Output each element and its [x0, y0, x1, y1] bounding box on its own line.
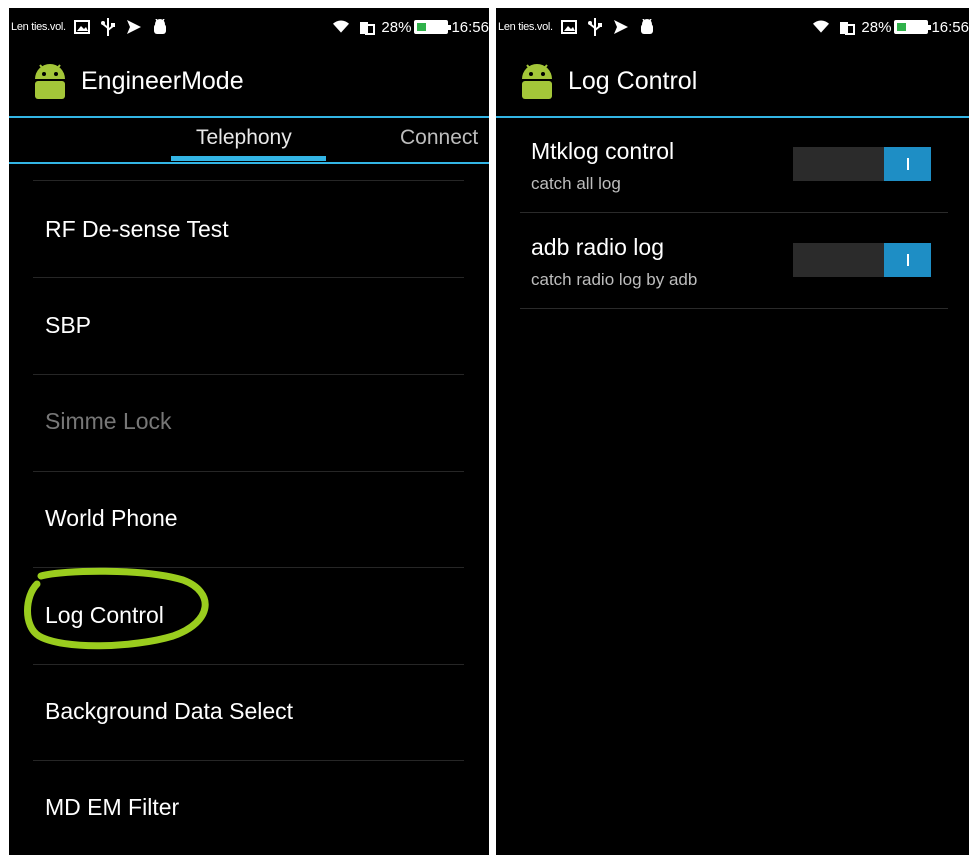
pref-mtklog-control[interactable]: Mtklog control catch all log: [496, 120, 969, 216]
list-item-md-em-filter[interactable]: MD EM Filter: [45, 794, 179, 821]
switch-thumb: [884, 147, 931, 181]
adb-radio-log-switch[interactable]: [793, 243, 931, 277]
list-item-world-phone[interactable]: World Phone: [45, 505, 178, 532]
send-icon: [126, 19, 142, 35]
send-icon: [613, 19, 629, 35]
list-divider: [33, 374, 464, 375]
list-divider: [33, 277, 464, 278]
highlight-circle-annotation: [24, 567, 209, 650]
list-divider: [33, 664, 464, 665]
battery-percent: 28%: [861, 18, 892, 36]
wifi-icon: [333, 19, 350, 35]
usb-icon: [587, 18, 603, 36]
usb-icon: [100, 18, 116, 36]
list-item-background-data-select[interactable]: Background Data Select: [45, 698, 293, 725]
phone-icon: [839, 19, 856, 35]
list-divider: [33, 180, 464, 181]
list-divider: [33, 760, 464, 761]
image-icon: [73, 19, 90, 35]
status-bar: Len ties.vol. 28% 16:56: [9, 8, 489, 46]
switch-thumb: [884, 243, 931, 277]
pref-summary: catch radio log by adb: [531, 270, 698, 289]
carrier-label: Len ties.vol.: [498, 21, 553, 33]
pref-title: Mtklog control: [531, 138, 675, 164]
list-item-rf-desense-test[interactable]: RF De-sense Test: [45, 216, 229, 243]
clock: 16:56: [451, 18, 489, 36]
pref-divider: [520, 308, 948, 309]
list-divider: [33, 471, 464, 472]
tab-telephony[interactable]: Telephony: [196, 126, 292, 150]
image-icon: [560, 19, 577, 35]
pref-title: adb radio log: [531, 234, 664, 260]
carrier-label: Len ties.vol.: [11, 21, 66, 33]
wifi-icon: [813, 19, 830, 35]
battery-icon: [894, 20, 932, 34]
app-title: EngineerMode: [81, 66, 244, 95]
android-app-icon[interactable]: [31, 61, 69, 101]
clock: 16:56: [931, 18, 969, 36]
android-debug-icon: [639, 19, 655, 35]
log-control-screen: Len ties.vol. 28% 16:56 Log Control Mtkl…: [496, 8, 969, 855]
battery-percent: 28%: [381, 18, 412, 36]
tab-connectivity[interactable]: Connect: [400, 126, 478, 150]
list-item-sbp[interactable]: SBP: [45, 312, 91, 339]
pref-divider: [520, 212, 948, 213]
phone-icon: [359, 19, 376, 35]
battery-icon: [414, 20, 452, 34]
list-item-simme-lock: Simme Lock: [45, 408, 172, 434]
engineer-mode-screen: Len ties.vol. 28% 16:56 EngineerMode Tel…: [9, 8, 489, 855]
action-bar: EngineerMode: [9, 46, 489, 118]
screen-title: Log Control: [568, 66, 698, 95]
status-bar: Len ties.vol. 28% 16:56: [496, 8, 969, 46]
pref-adb-radio-log[interactable]: adb radio log catch radio log by adb: [496, 216, 969, 312]
mtklog-control-switch[interactable]: [793, 147, 931, 181]
android-app-icon[interactable]: [518, 61, 556, 101]
pref-summary: catch all log: [531, 174, 621, 193]
android-debug-icon: [152, 19, 168, 35]
action-bar: Log Control: [496, 46, 969, 118]
tab-indicator: [171, 156, 326, 161]
tab-bar: Telephony Connect: [9, 118, 489, 164]
